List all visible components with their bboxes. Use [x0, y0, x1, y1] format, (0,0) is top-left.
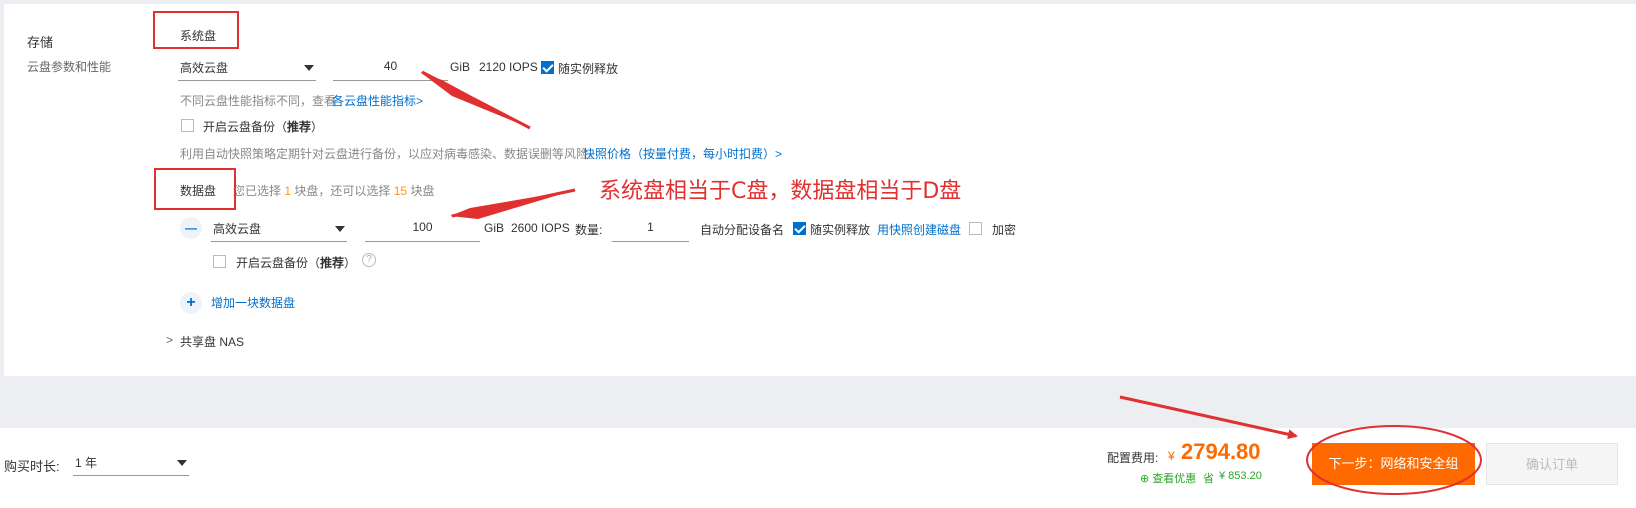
arrow-line-system [421, 70, 531, 130]
annotation-overlay [420, 70, 1482, 495]
arrow-line-data [451, 188, 576, 218]
next-button-highlight-ellipse [1306, 425, 1482, 495]
arrow-to-next-button [1119, 395, 1298, 440]
